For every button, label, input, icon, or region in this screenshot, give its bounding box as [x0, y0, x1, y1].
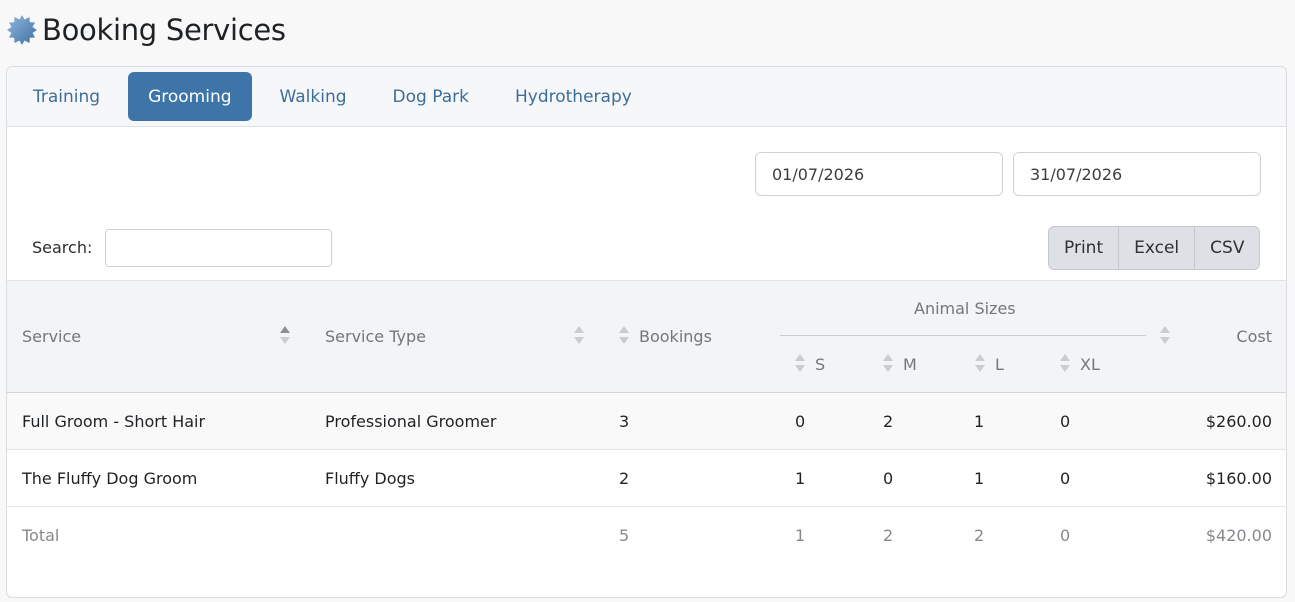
sort-icon[interactable] — [1160, 326, 1170, 346]
column-header-size-s[interactable]: S — [815, 355, 825, 374]
cell-size-s: 1 — [795, 468, 806, 488]
total-label: Total — [22, 526, 60, 545]
sort-icon[interactable] — [574, 326, 584, 346]
cell-cost: $260.00 — [1205, 411, 1272, 431]
sort-icon[interactable] — [795, 354, 805, 374]
table-header: Service Service Type Bookings Animal Siz… — [7, 280, 1286, 393]
excel-button[interactable]: Excel — [1119, 227, 1196, 269]
cell-cost: $160.00 — [1205, 468, 1272, 488]
column-header-service[interactable]: Service — [22, 327, 81, 346]
sort-icon[interactable] — [619, 326, 629, 346]
cell-bookings: 3 — [619, 411, 630, 431]
page-header: Booking Services — [6, 10, 286, 50]
cell-size-s: 0 — [795, 411, 806, 431]
cell-size-l: 1 — [974, 411, 985, 431]
cell-service-type: Fluffy Dogs — [325, 468, 415, 488]
cell-bookings: 2 — [619, 468, 630, 488]
total-size-s: 1 — [795, 526, 806, 545]
sort-icon[interactable] — [883, 354, 893, 374]
table-total-row: Total 5 1 2 2 0 $420.00 — [7, 507, 1286, 564]
tab-hydrotherapy[interactable]: Hydrotherapy — [497, 72, 650, 121]
date-from-input[interactable] — [755, 152, 1003, 196]
cell-service-type: Professional Groomer — [325, 411, 497, 431]
print-button[interactable]: Print — [1049, 227, 1120, 269]
tab-training[interactable]: Training — [15, 72, 118, 121]
group-divider — [780, 335, 1146, 336]
tab-grooming[interactable]: Grooming — [128, 72, 252, 121]
column-header-size-m[interactable]: M — [903, 355, 917, 374]
tab-dog-park[interactable]: Dog Park — [375, 72, 487, 121]
column-header-service-type[interactable]: Service Type — [325, 327, 426, 346]
cell-size-m: 0 — [883, 468, 894, 488]
cell-size-xl: 0 — [1060, 411, 1071, 431]
total-size-xl: 0 — [1060, 526, 1071, 545]
search-input[interactable] — [105, 229, 332, 267]
cell-service: Full Groom - Short Hair — [22, 411, 206, 431]
csv-button[interactable]: CSV — [1195, 227, 1260, 269]
column-header-size-l[interactable]: L — [995, 355, 1004, 374]
gear-icon — [7, 15, 37, 45]
export-button-group: Print Excel CSV — [1048, 226, 1261, 270]
total-cost: $420.00 — [1205, 526, 1272, 545]
total-size-m: 2 — [883, 526, 894, 545]
total-size-l: 2 — [974, 526, 985, 545]
tab-walking[interactable]: Walking — [262, 72, 365, 121]
date-to-input[interactable] — [1013, 152, 1261, 196]
service-tabs: Training Grooming Walking Dog Park Hydro… — [7, 67, 1286, 127]
table-row: Full Groom - Short Hair Professional Gro… — [7, 393, 1286, 450]
sort-icon[interactable] — [280, 326, 290, 346]
page-title: Booking Services — [42, 13, 286, 47]
total-bookings: 5 — [619, 526, 630, 545]
column-header-bookings[interactable]: Bookings — [639, 327, 712, 346]
cell-service: The Fluffy Dog Groom — [22, 468, 198, 488]
table-row: The Fluffy Dog Groom Fluffy Dogs 2 1 0 1… — [7, 450, 1286, 507]
column-header-size-xl[interactable]: XL — [1080, 355, 1100, 374]
booking-services-card: Training Grooming Walking Dog Park Hydro… — [6, 66, 1287, 598]
search-label: Search: — [32, 238, 93, 257]
cell-size-xl: 0 — [1060, 468, 1071, 488]
cell-size-l: 1 — [974, 468, 985, 488]
cell-size-m: 2 — [883, 411, 894, 431]
sort-icon[interactable] — [975, 354, 985, 374]
column-group-animal-sizes: Animal Sizes — [914, 299, 1016, 318]
column-header-cost[interactable]: Cost — [1236, 327, 1272, 346]
sort-icon[interactable] — [1060, 354, 1070, 374]
